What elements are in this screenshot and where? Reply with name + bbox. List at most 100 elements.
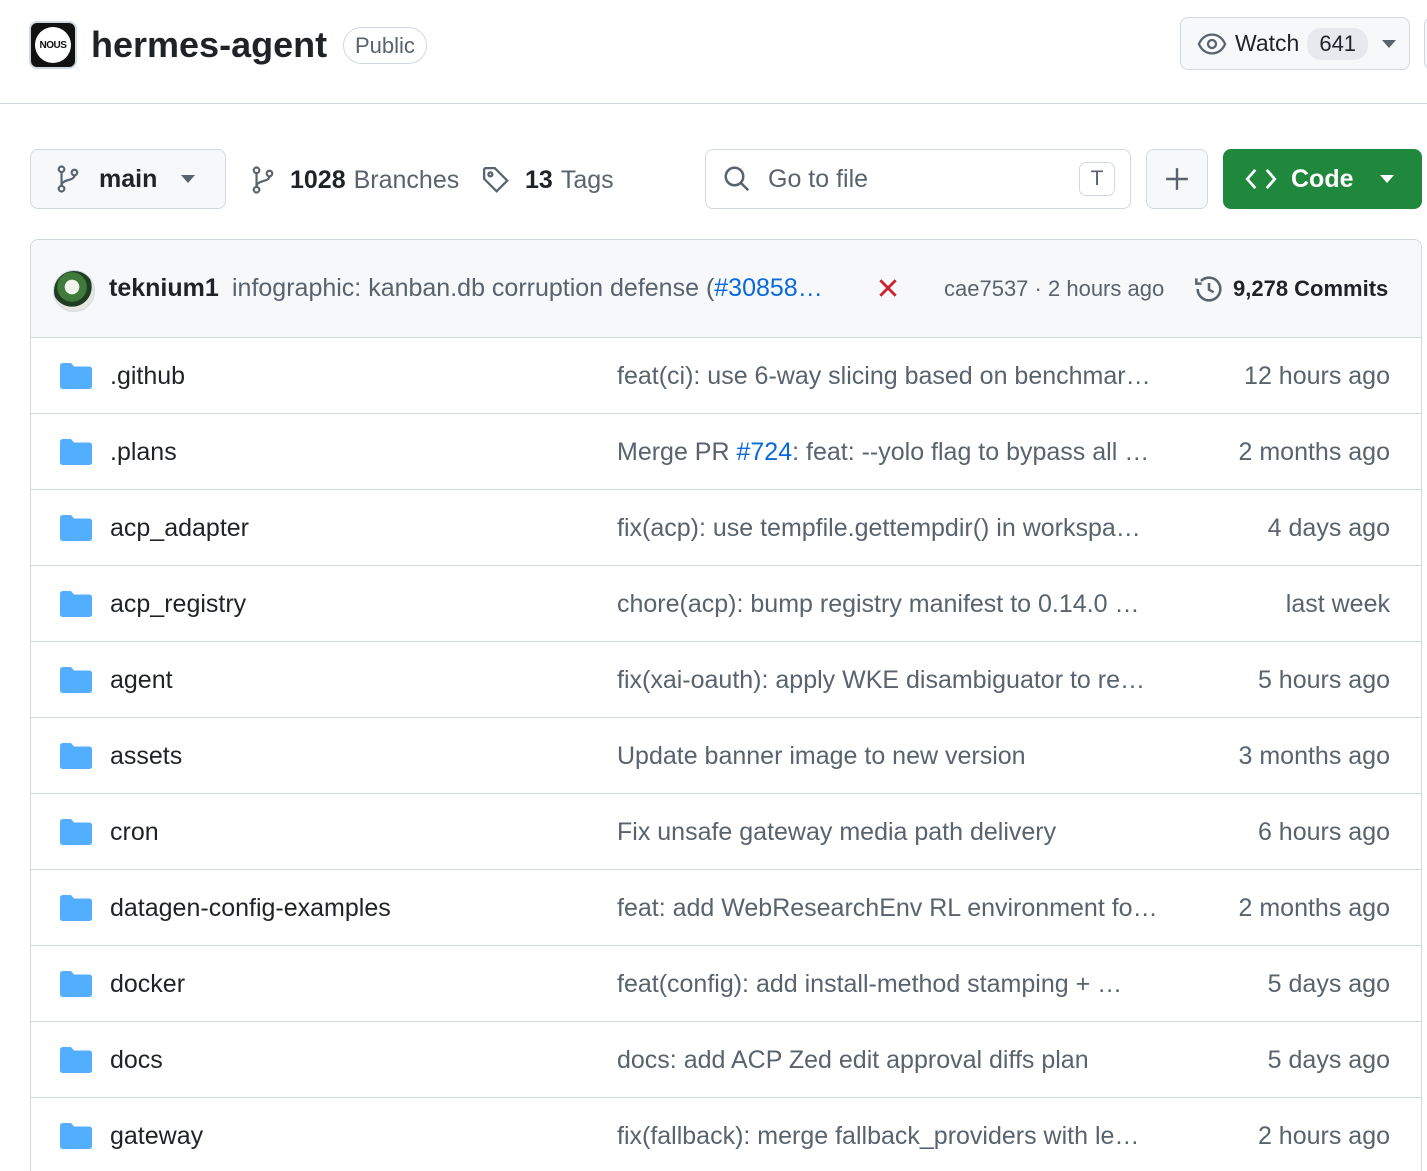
table-row[interactable]: agent fix(xai-oauth): apply WKE disambigu… bbox=[31, 642, 1421, 718]
commit-pr-link[interactable]: #30858… bbox=[714, 274, 822, 302]
history-icon bbox=[1195, 276, 1222, 302]
eye-icon bbox=[1197, 32, 1227, 55]
repo-header: NOUS hermes-agent Public Watch 641 bbox=[0, 0, 1427, 104]
x-icon[interactable] bbox=[877, 277, 899, 299]
folder-icon bbox=[60, 363, 92, 389]
folder-icon bbox=[60, 971, 92, 997]
tags-link[interactable]: 13 Tags bbox=[481, 160, 614, 200]
file-commit-time: 12 hours ago bbox=[1244, 362, 1390, 390]
commit-message-text: Merge PR bbox=[617, 438, 737, 466]
file-commit-message[interactable]: Merge PR #724: feat: --yolo flag to bypa… bbox=[617, 438, 1149, 467]
file-commit-message[interactable]: feat(config): add install-method stampin… bbox=[617, 970, 1122, 999]
file-name[interactable]: acp_adapter bbox=[110, 514, 249, 543]
table-row[interactable]: gateway fix(fallback): merge fallback_pro… bbox=[31, 1098, 1421, 1171]
file-commit-message[interactable]: fix(acp): use tempfile.gettempdir() in w… bbox=[617, 514, 1141, 543]
branches-link[interactable]: 1028 Branches bbox=[250, 160, 459, 200]
commit-message-text: fix(acp): use tempfile.gettempdir() in w… bbox=[617, 514, 1141, 542]
tags-count: 13 bbox=[525, 165, 553, 194]
table-row[interactable]: .plans Merge PR #724: feat: --yolo flag t… bbox=[31, 414, 1421, 490]
repo-name[interactable]: hermes-agent bbox=[91, 24, 327, 66]
file-name[interactable]: acp_registry bbox=[110, 590, 246, 619]
search-placeholder: Go to file bbox=[768, 164, 869, 193]
file-commit-time: 5 days ago bbox=[1267, 1046, 1390, 1074]
file-list: .github feat(ci): use 6-way slicing based… bbox=[31, 338, 1421, 1171]
branch-selector[interactable]: main bbox=[30, 149, 226, 209]
commit-message-text: infographic: kanban.db corruption defens… bbox=[232, 274, 715, 302]
file-commit-time: 2 months ago bbox=[1238, 438, 1391, 466]
commit-message-text: Fix unsafe gateway media path delivery bbox=[617, 818, 1057, 846]
commit-message-text: feat(config): add install-method stampin… bbox=[617, 970, 1123, 998]
org-logo-text: NOUS bbox=[35, 27, 71, 63]
file-commit-time: 3 months ago bbox=[1238, 742, 1391, 770]
folder-icon bbox=[60, 819, 92, 845]
commit-pr-link[interactable]: #724 bbox=[736, 438, 792, 466]
file-name[interactable]: .plans bbox=[110, 438, 177, 467]
watch-count: 641 bbox=[1307, 27, 1369, 60]
tag-icon bbox=[483, 167, 509, 193]
folder-icon bbox=[60, 895, 92, 921]
commit-message[interactable]: infographic: kanban.db corruption defens… bbox=[232, 274, 823, 303]
file-commit-time: 5 days ago bbox=[1267, 970, 1390, 998]
file-name[interactable]: gateway bbox=[110, 1122, 203, 1151]
chevron-down-icon bbox=[1379, 175, 1394, 183]
commit-sha-time[interactable]: cae7537 · 2 hours ago bbox=[944, 276, 1164, 302]
file-commit-message[interactable]: chore(acp): bump registry manifest to 0.… bbox=[617, 590, 1139, 619]
code-label: Code bbox=[1291, 164, 1354, 193]
commits-history-link[interactable]: 9,278 Commits bbox=[1193, 273, 1388, 305]
table-row[interactable]: .github feat(ci): use 6-way slicing based… bbox=[31, 338, 1421, 414]
file-name[interactable]: agent bbox=[110, 666, 173, 695]
file-name[interactable]: cron bbox=[110, 818, 159, 847]
git-branch-icon bbox=[57, 165, 79, 193]
tags-label: Tags bbox=[560, 165, 614, 194]
commit-author[interactable]: teknium1 bbox=[109, 274, 219, 303]
file-browser: teknium1 infographic: kanban.db corrupti… bbox=[30, 239, 1422, 1171]
table-row[interactable]: assets Update banner image to new version… bbox=[31, 718, 1421, 794]
file-name[interactable]: docs bbox=[110, 1046, 163, 1075]
folder-icon bbox=[60, 1123, 92, 1149]
file-name[interactable]: .github bbox=[110, 362, 185, 391]
add-file-button[interactable] bbox=[1146, 149, 1208, 209]
folder-icon bbox=[60, 1047, 92, 1073]
avatar[interactable] bbox=[53, 270, 95, 312]
table-row[interactable]: acp_adapter fix(acp): use tempfile.gettem… bbox=[31, 490, 1421, 566]
file-commit-time: 2 hours ago bbox=[1257, 1122, 1390, 1150]
file-commit-message[interactable]: feat: add WebResearchEnv RL environment … bbox=[617, 894, 1158, 923]
file-commit-message[interactable]: fix(fallback): merge fallback_providers … bbox=[617, 1122, 1139, 1151]
folder-icon bbox=[60, 515, 92, 541]
file-commit-message[interactable]: Update banner image to new version bbox=[617, 742, 1026, 771]
commit-message-text: feat(ci): use 6-way slicing based on ben… bbox=[617, 362, 1151, 390]
watch-button[interactable]: Watch 641 bbox=[1180, 17, 1410, 70]
commit-message-text: : feat: --yolo flag to bypass all … bbox=[792, 438, 1150, 466]
commit-time: 2 hours ago bbox=[1048, 276, 1165, 301]
file-name[interactable]: docker bbox=[110, 970, 185, 999]
chevron-down-icon bbox=[181, 175, 196, 183]
commit-message-text: feat: add WebResearchEnv RL environment … bbox=[617, 894, 1158, 922]
file-commit-message[interactable]: Fix unsafe gateway media path delivery bbox=[617, 818, 1056, 847]
table-row[interactable]: cron Fix unsafe gateway media path delive… bbox=[31, 794, 1421, 870]
branch-name: main bbox=[99, 164, 158, 193]
file-name[interactable]: assets bbox=[110, 742, 182, 771]
file-commit-message[interactable]: feat(ci): use 6-way slicing based on ben… bbox=[617, 362, 1151, 391]
go-to-file-input[interactable]: Go to file T bbox=[705, 149, 1131, 209]
visibility-badge: Public bbox=[343, 27, 427, 64]
commit-message-text: Update banner image to new version bbox=[617, 742, 1026, 770]
commit-message-text: docs: add ACP Zed edit approval diffs pl… bbox=[617, 1046, 1089, 1074]
folder-icon bbox=[60, 439, 92, 465]
commit-sha: cae7537 bbox=[944, 276, 1029, 301]
search-icon bbox=[724, 166, 750, 192]
file-commit-message[interactable]: fix(xai-oauth): apply WKE disambiguator … bbox=[617, 666, 1145, 695]
keyboard-shortcut-hint: T bbox=[1079, 162, 1115, 196]
code-button[interactable]: Code bbox=[1223, 149, 1422, 209]
table-row[interactable]: docker feat(config): add install-method s… bbox=[31, 946, 1421, 1022]
code-icon bbox=[1245, 168, 1277, 190]
chevron-down-icon bbox=[1382, 39, 1397, 48]
org-avatar[interactable]: NOUS bbox=[29, 21, 77, 69]
table-row[interactable]: acp_registry chore(acp): bump registry ma… bbox=[31, 566, 1421, 642]
folder-icon bbox=[60, 667, 92, 693]
folder-icon bbox=[60, 743, 92, 769]
file-commit-time: 4 days ago bbox=[1267, 514, 1390, 542]
table-row[interactable]: docs docs: add ACP Zed edit approval diff… bbox=[31, 1022, 1421, 1098]
file-name[interactable]: datagen-config-examples bbox=[110, 894, 391, 923]
table-row[interactable]: datagen-config-examples feat: add WebRese… bbox=[31, 870, 1421, 946]
file-commit-message[interactable]: docs: add ACP Zed edit approval diffs pl… bbox=[617, 1046, 1089, 1075]
